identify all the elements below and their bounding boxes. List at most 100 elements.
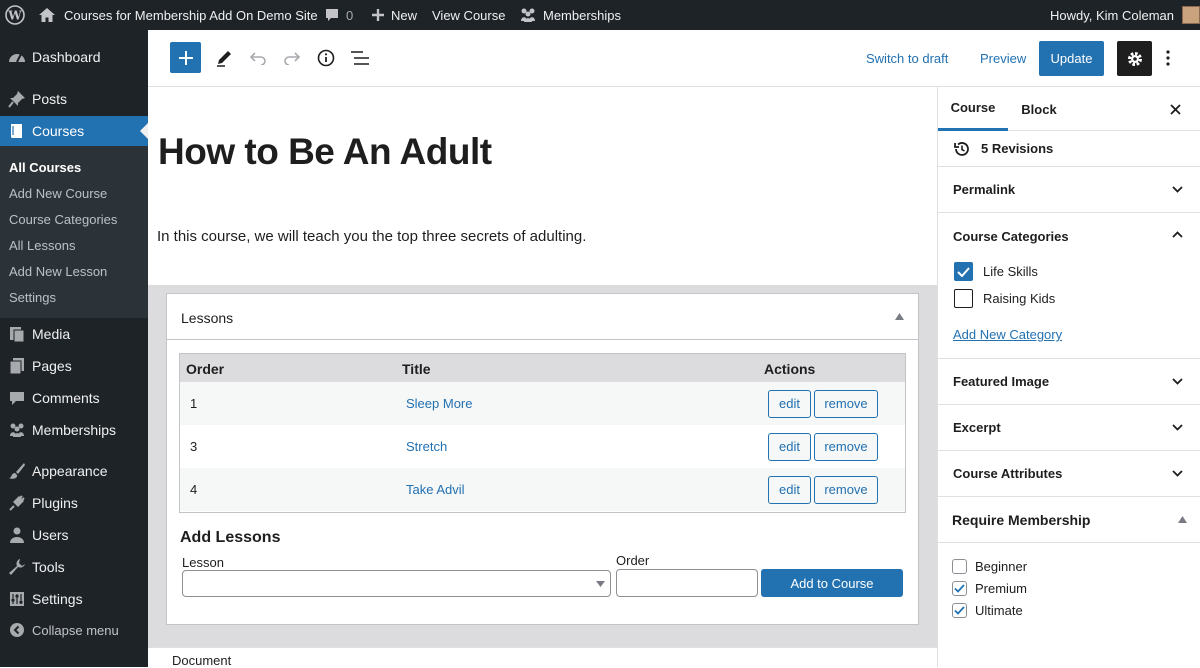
- tab-block[interactable]: Block: [1008, 87, 1070, 131]
- header-actions: Actions: [764, 361, 816, 377]
- settings-toggle-button[interactable]: [1117, 41, 1152, 76]
- category-life-skills[interactable]: Life Skills: [954, 262, 1038, 281]
- sidebar-item-media[interactable]: Media: [0, 319, 148, 349]
- comments-link[interactable]: 0: [324, 0, 353, 30]
- excerpt-section[interactable]: Excerpt: [938, 405, 1200, 451]
- lesson-select-label: Lesson: [182, 555, 224, 570]
- update-button[interactable]: Update: [1039, 41, 1104, 76]
- add-to-course-button[interactable]: Add to Course: [761, 569, 903, 597]
- course-attributes-section[interactable]: Course Attributes: [938, 451, 1200, 497]
- course-categories-header[interactable]: Course Categories: [938, 213, 1200, 257]
- sidebar-label-plugins: Plugins: [32, 495, 78, 511]
- site-name-link[interactable]: Courses for Membership Add On Demo Site: [38, 0, 318, 30]
- remove-button[interactable]: remove: [814, 475, 878, 504]
- details-button[interactable]: [314, 46, 338, 70]
- chevron-up-icon: [1172, 231, 1183, 238]
- submenu-settings[interactable]: Settings: [9, 290, 56, 305]
- edit-button[interactable]: edit: [768, 389, 811, 418]
- featured-image-section[interactable]: Featured Image: [938, 359, 1200, 405]
- sidebar-item-courses[interactable]: Courses: [0, 116, 148, 146]
- add-new-category-link[interactable]: Add New Category: [953, 327, 1062, 342]
- submenu-course-categories[interactable]: Course Categories: [9, 212, 117, 227]
- plug-icon: [9, 495, 25, 511]
- submenu-add-new-course[interactable]: Add New Course: [9, 186, 107, 201]
- tab-course[interactable]: Course: [938, 87, 1008, 131]
- comments-icon: [10, 392, 24, 405]
- close-panel-button[interactable]: [1165, 99, 1185, 119]
- collapse-menu-label: Collapse menu: [32, 622, 119, 638]
- new-content-link[interactable]: New: [371, 0, 417, 30]
- sidebar-label-posts: Posts: [32, 91, 68, 107]
- lesson-title-link[interactable]: Sleep More: [406, 396, 472, 411]
- featured-image-label: Featured Image: [953, 374, 1050, 389]
- checkbox-unchecked[interactable]: [954, 289, 973, 308]
- require-membership-header[interactable]: Require Membership: [938, 497, 1200, 543]
- sidebar-item-settings[interactable]: Settings: [0, 584, 148, 614]
- memberships-link[interactable]: Memberships: [519, 0, 621, 30]
- permalink-section[interactable]: Permalink: [938, 167, 1200, 213]
- add-block-button[interactable]: [170, 42, 201, 73]
- sidebar-label-tools: Tools: [32, 559, 65, 575]
- category-raising-kids[interactable]: Raising Kids: [954, 289, 1055, 308]
- remove-button[interactable]: remove: [814, 432, 878, 461]
- remove-button[interactable]: remove: [814, 389, 878, 418]
- sidebar-item-memberships[interactable]: Memberships: [0, 415, 148, 445]
- sidebar-item-users[interactable]: Users: [0, 520, 148, 550]
- checkbox-checked[interactable]: [954, 262, 973, 281]
- collapse-menu-button[interactable]: Collapse menu: [0, 615, 148, 645]
- sidebar-item-comments[interactable]: Comments: [0, 383, 148, 413]
- sidebar-label-comments: Comments: [32, 390, 100, 406]
- level-ultimate[interactable]: Ultimate: [952, 603, 1023, 618]
- submenu-add-new-lesson[interactable]: Add New Lesson: [9, 264, 107, 279]
- checkbox-unchecked[interactable]: [952, 559, 967, 574]
- settings-sidebar: Course Block 5 Revisions Permalink Cours…: [937, 87, 1200, 667]
- sidebar-item-pages[interactable]: Pages: [0, 351, 148, 381]
- checkbox-checked[interactable]: [952, 581, 967, 596]
- tools-button[interactable]: [212, 46, 236, 70]
- lessons-metabox-header[interactable]: Lessons: [167, 294, 918, 340]
- wordpress-logo-icon[interactable]: W: [5, 0, 25, 30]
- sidebar-item-posts[interactable]: Posts: [0, 84, 148, 114]
- switch-to-draft-button[interactable]: Switch to draft: [866, 46, 948, 70]
- admin-bar: W Courses for Membership Add On Demo Sit…: [0, 0, 1200, 30]
- sidebar-item-dashboard[interactable]: Dashboard: [0, 42, 148, 72]
- lesson-title-link[interactable]: Take Advil: [406, 482, 465, 497]
- paragraph-block[interactable]: In this course, we will teach you the to…: [157, 228, 586, 245]
- edit-button[interactable]: edit: [768, 432, 811, 461]
- submenu-all-lessons[interactable]: All Lessons: [9, 238, 75, 253]
- breadcrumb-document[interactable]: Document: [172, 653, 231, 668]
- post-title[interactable]: How to Be An Adult: [158, 131, 492, 173]
- view-course-label: View Course: [432, 7, 506, 23]
- chevron-down-icon: [1172, 470, 1183, 477]
- sidebar-label-pages: Pages: [32, 358, 72, 374]
- level-label: Premium: [975, 581, 1028, 596]
- media-icon: [10, 327, 25, 343]
- preview-button[interactable]: Preview: [980, 46, 1026, 70]
- checkbox-checked[interactable]: [952, 603, 967, 618]
- submenu-all-courses[interactable]: All Courses: [9, 160, 81, 175]
- sidebar-item-tools[interactable]: Tools: [0, 552, 148, 582]
- table-row: 3 Stretch edit remove: [180, 425, 905, 468]
- sidebar-item-plugins[interactable]: Plugins: [0, 488, 148, 518]
- lesson-select[interactable]: [182, 570, 611, 597]
- redo-button[interactable]: [280, 46, 304, 70]
- more-options-button[interactable]: [1158, 46, 1178, 70]
- sidebar-item-appearance[interactable]: Appearance: [0, 456, 148, 486]
- level-premium[interactable]: Premium: [952, 581, 1027, 596]
- view-course-link[interactable]: View Course: [432, 0, 505, 30]
- chevron-down-icon: [1172, 186, 1183, 193]
- my-account-link[interactable]: Howdy, Kim Coleman: [1050, 0, 1200, 30]
- header-order: Order: [186, 361, 225, 377]
- order-input[interactable]: [616, 569, 758, 597]
- close-icon: [1169, 103, 1181, 115]
- lesson-title-link[interactable]: Stretch: [406, 439, 447, 454]
- edit-button[interactable]: edit: [768, 475, 811, 504]
- level-beginner[interactable]: Beginner: [952, 559, 1027, 574]
- list-view-button[interactable]: [348, 46, 372, 70]
- admin-sidebar: Dashboard Posts Courses All Courses Add …: [0, 30, 148, 667]
- permalink-label: Permalink: [953, 182, 1016, 197]
- revisions-row[interactable]: 5 Revisions: [938, 131, 1200, 167]
- dashboard-gauge-icon: [9, 53, 25, 63]
- undo-button[interactable]: [246, 46, 270, 70]
- redo-icon: [284, 52, 301, 65]
